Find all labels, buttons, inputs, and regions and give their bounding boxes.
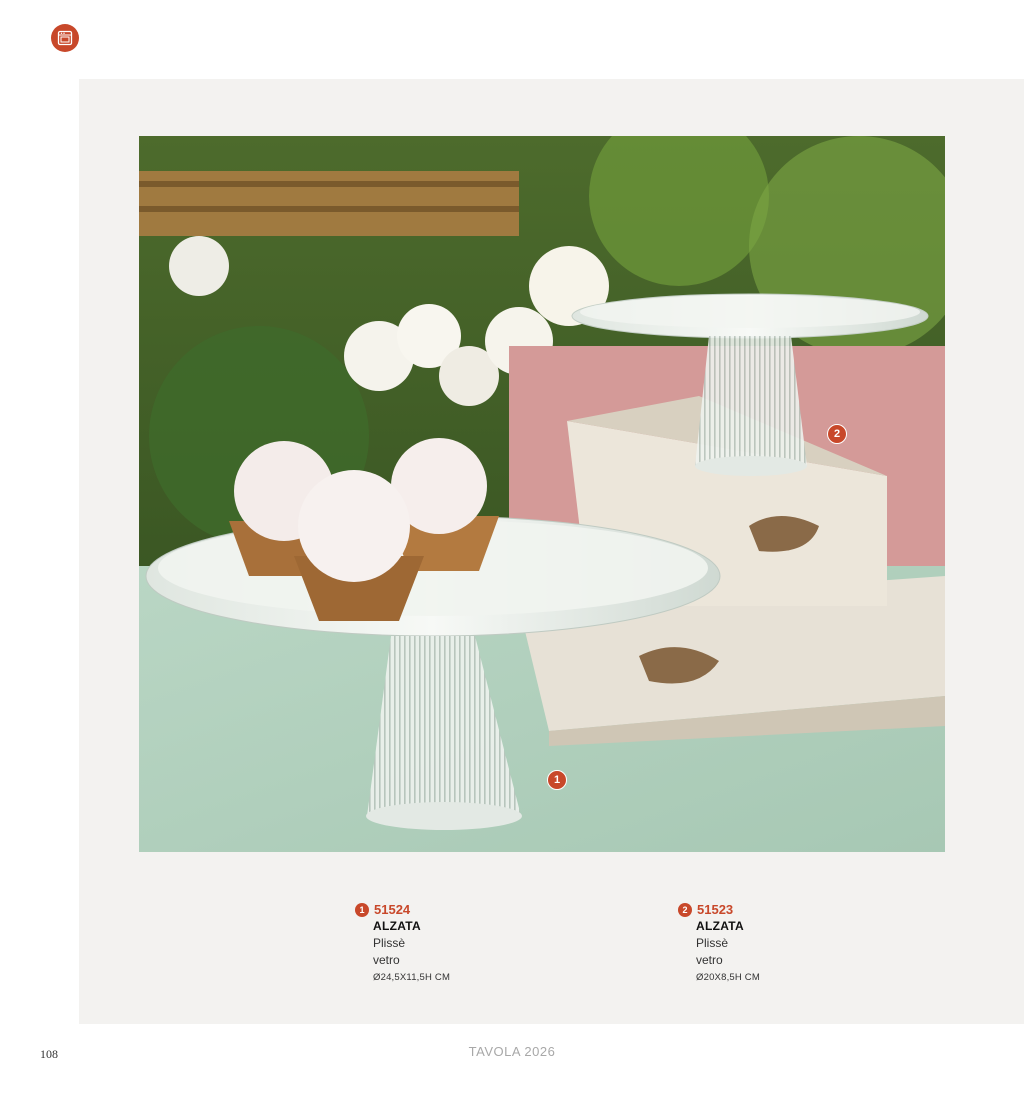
product-code: 51523: [697, 902, 734, 917]
product-dimensions: Ø24,5X11,5H CM: [373, 972, 451, 983]
product-number-badge: 2: [678, 902, 692, 917]
product-marker-2[interactable]: 2: [827, 424, 847, 444]
product-item-2: 2 51523 ALZATA Plissè vetro Ø20X8,5H CM: [678, 902, 760, 983]
oven-icon: [57, 30, 73, 46]
product-name: ALZATA: [373, 919, 422, 933]
product-dimensions: Ø20X8,5H CM: [696, 972, 760, 983]
product-code: 51524: [374, 902, 411, 917]
product-photo: 2 1: [139, 136, 945, 852]
product-style: Plissè: [696, 936, 729, 950]
product-material: vetro: [696, 953, 723, 967]
product-name: ALZATA: [696, 919, 745, 933]
product-item-1: 1 51524 ALZATA Plissè vetro Ø24,5X11,5H …: [355, 902, 450, 983]
product-material: vetro: [373, 953, 400, 967]
product-style: Plissè: [373, 936, 406, 950]
catalog-title: TAVOLA 2026: [468, 1044, 556, 1059]
category-logo: [51, 24, 79, 52]
product-number-badge: 1: [355, 902, 369, 917]
product-marker-1[interactable]: 1: [547, 770, 567, 790]
